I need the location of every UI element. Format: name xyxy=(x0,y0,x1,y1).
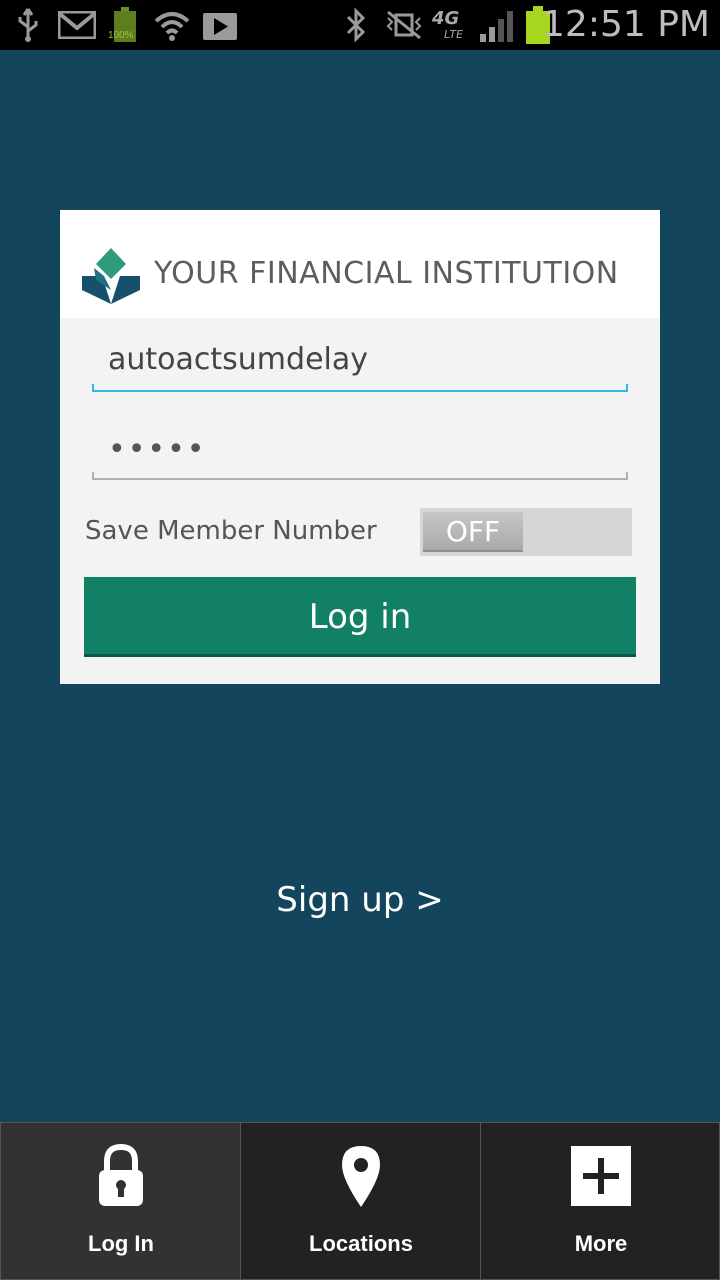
institution-logo xyxy=(80,246,142,306)
nav-label-more: More xyxy=(574,1231,628,1256)
nav-item-log-in[interactable]: Log In xyxy=(0,1122,240,1280)
network-type-icon: 4G LTE xyxy=(432,6,472,44)
play-store-icon xyxy=(202,6,238,44)
login-button[interactable]: Log in xyxy=(84,577,636,657)
lock-icon xyxy=(1,1143,241,1209)
clock: 12:51 PM xyxy=(542,4,710,45)
network-subtype-label: LTE xyxy=(444,28,464,41)
battery-percent-label: 100% xyxy=(108,30,134,41)
institution-name: YOUR FINANCIAL INSTITUTION xyxy=(154,256,619,291)
toggle-knob: OFF xyxy=(423,512,523,552)
member-number-input[interactable]: autoactsumdelay xyxy=(92,342,628,382)
login-card: YOUR FINANCIAL INSTITUTION autoactsumdel… xyxy=(60,210,660,684)
save-member-number-label: Save Member Number xyxy=(85,516,377,546)
nav-label-log-in: Log In xyxy=(88,1231,154,1256)
password-input[interactable]: ••••• xyxy=(92,432,628,472)
signal-strength-icon xyxy=(478,6,516,44)
gmail-icon xyxy=(58,6,96,44)
member-number-underline xyxy=(92,384,628,392)
sign-up-link[interactable]: Sign up > xyxy=(0,880,720,920)
password-underline xyxy=(92,472,628,480)
card-header: YOUR FINANCIAL INSTITUTION xyxy=(60,210,660,318)
nav-item-locations[interactable]: Locations xyxy=(240,1122,480,1280)
network-type-label: 4G xyxy=(432,8,460,29)
nav-label-locations: Locations xyxy=(309,1231,413,1256)
location-pin-icon xyxy=(241,1143,481,1209)
wifi-icon xyxy=(152,6,192,44)
nav-item-more[interactable]: More xyxy=(480,1122,720,1280)
save-member-number-toggle[interactable]: OFF xyxy=(420,508,632,556)
bluetooth-icon xyxy=(344,6,368,44)
plus-icon xyxy=(481,1143,720,1209)
bottom-nav: Log In Locations More xyxy=(0,1122,720,1280)
usb-icon xyxy=(14,6,42,44)
vibrate-mute-icon xyxy=(384,6,424,44)
status-bar: 100% 4G LTE 12:51 PM xyxy=(0,0,720,50)
